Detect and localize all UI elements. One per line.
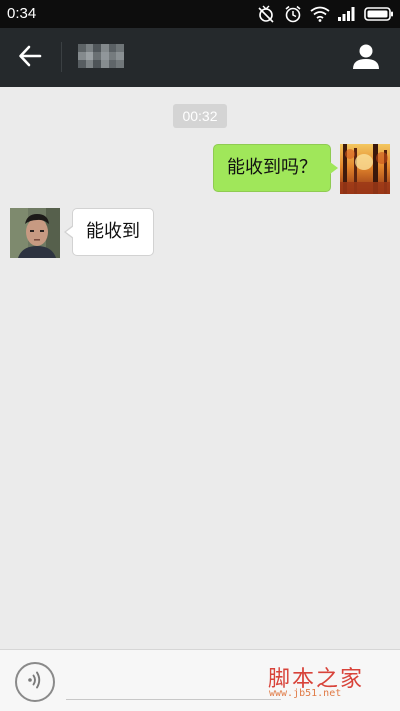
back-button[interactable] (10, 38, 50, 78)
contact-avatar[interactable] (10, 208, 60, 258)
message-list[interactable]: 00:32 能收到吗？ 能收到 (0, 87, 400, 649)
message-timestamp: 00:32 (173, 104, 227, 128)
status-time: 0:34 (7, 5, 37, 22)
status-icons (256, 4, 394, 24)
arrow-left-icon (18, 45, 42, 71)
message-input-field[interactable] (66, 699, 281, 700)
message-bubble-received[interactable]: 能收到 (64, 208, 154, 256)
signal-icon (338, 7, 356, 21)
voice-input-icon (24, 669, 46, 695)
message-bubble-sent[interactable]: 能收到吗？ (213, 144, 338, 192)
wifi-icon (310, 6, 330, 22)
alarm-clock-icon (284, 5, 302, 23)
my-avatar[interactable] (340, 144, 390, 194)
status-bar: 0:34 (0, 0, 400, 28)
chat-header (0, 28, 400, 87)
watermark-logo: 脚本之家 www.jb51.net (268, 661, 388, 701)
watermark-url: www.jb51.net (269, 688, 342, 699)
header-divider (61, 42, 62, 72)
contact-profile-button[interactable] (346, 38, 386, 78)
person-icon (352, 42, 380, 74)
contact-name-pixelated (78, 44, 124, 68)
battery-icon (364, 7, 394, 21)
alarm-off-icon (256, 5, 276, 23)
voice-input-button[interactable] (15, 662, 55, 702)
